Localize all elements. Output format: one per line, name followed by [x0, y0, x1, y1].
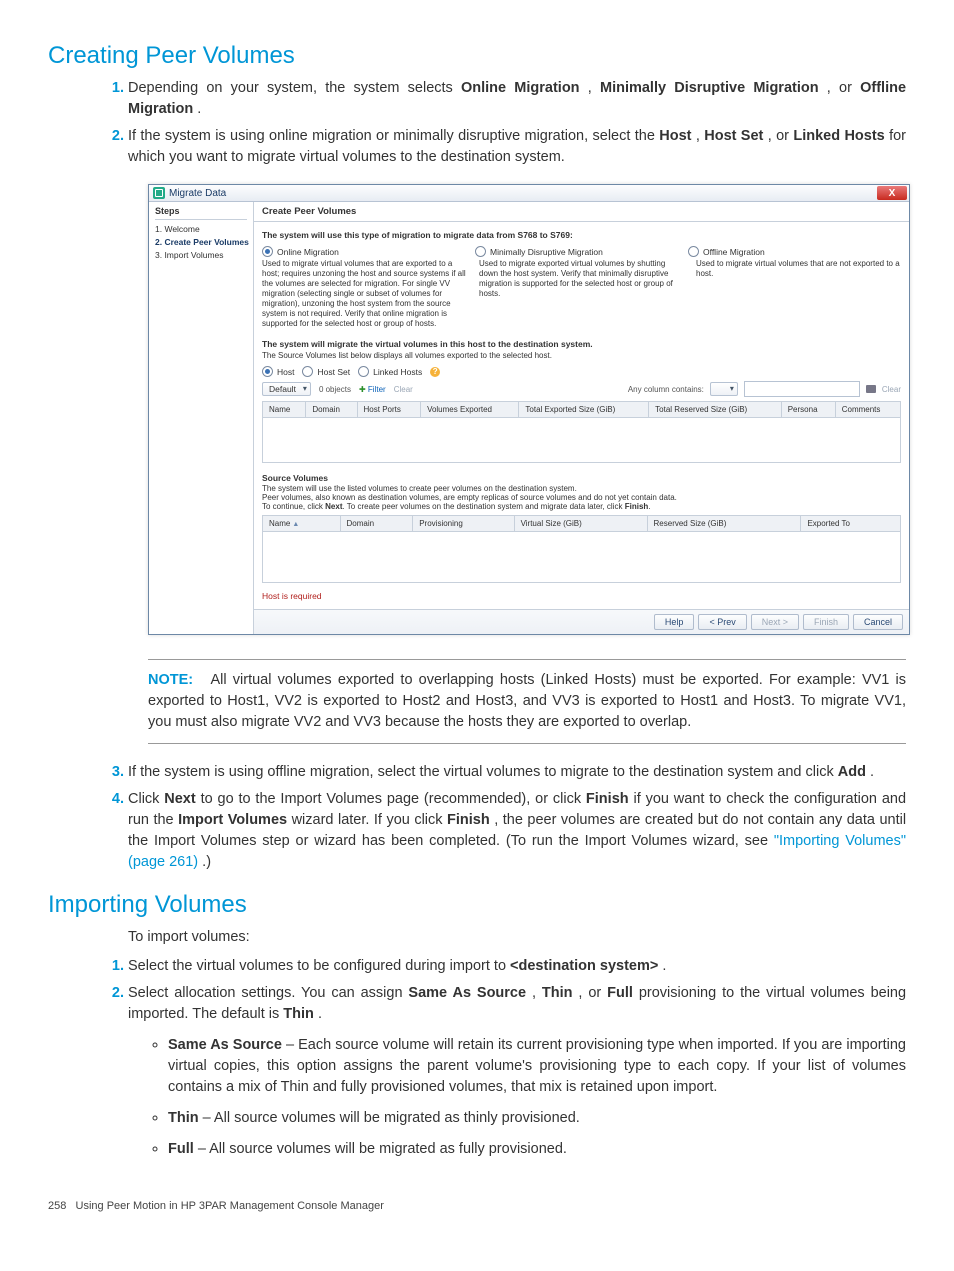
wizard-steps-panel: Steps 1. Welcome 2. Create Peer Volumes … [149, 202, 254, 634]
radio-icon [302, 366, 313, 377]
note-box: NOTE: All virtual volumes exported to ov… [148, 659, 906, 744]
radio-online-migration[interactable]: Online Migration [262, 246, 475, 257]
source-volumes-header: Source Volumes [262, 473, 901, 483]
source-volumes-table-body[interactable] [262, 532, 901, 583]
heading-creating-peer-volumes: Creating Peer Volumes [48, 42, 906, 70]
dialog-title: Migrate Data [169, 188, 226, 199]
clear-filter-2-link[interactable]: Clear [882, 385, 901, 394]
print-icon[interactable] [866, 385, 876, 393]
ordered-steps-1-cont: If the system is using offline migration… [128, 762, 906, 873]
filter-default-dropdown[interactable]: Default [262, 382, 311, 396]
col-name[interactable]: Name [263, 402, 306, 418]
filter-link[interactable]: ✚ Filter [359, 385, 386, 394]
ordered-steps-1: Depending on your system, the system sel… [128, 78, 906, 168]
wizard-step-welcome[interactable]: 1. Welcome [155, 224, 247, 234]
next-button[interactable]: Next > [751, 614, 799, 630]
col-total-reserved-size[interactable]: Total Reserved Size (GiB) [649, 402, 782, 418]
help-button[interactable]: Help [654, 614, 695, 630]
col-host-ports[interactable]: Host Ports [357, 402, 421, 418]
radio-offline-migration[interactable]: Offline Migration [688, 246, 901, 257]
step-3: If the system is using offline migration… [128, 762, 906, 783]
sort-asc-icon: ▲ [292, 521, 299, 528]
source-volumes-table[interactable]: Name▲ Domain Provisioning Virtual Size (… [262, 515, 901, 532]
step-1-bold-mdm: Minimally Disruptive Migration [600, 80, 819, 96]
desc-online: Used to migrate virtual volumes that are… [262, 259, 467, 329]
source-volumes-desc-1: The system will use the listed volumes t… [262, 484, 901, 493]
col-total-exported-size[interactable]: Total Exported Size (GiB) [519, 402, 649, 418]
finish-button[interactable]: Finish [803, 614, 849, 630]
col-provisioning[interactable]: Provisioning [413, 516, 514, 532]
desc-offline: Used to migrate virtual volumes that are… [696, 259, 901, 329]
radio-icon [262, 246, 273, 257]
radio-icon [262, 366, 273, 377]
help-icon[interactable]: ? [430, 367, 440, 377]
note-body: All virtual volumes exported to overlapp… [148, 672, 906, 730]
heading-importing-volumes: Importing Volumes [48, 891, 906, 919]
step-1-bold-online: Online Migration [461, 80, 580, 96]
prev-button[interactable]: < Prev [698, 614, 746, 630]
radio-host-set[interactable]: Host Set [302, 366, 350, 377]
option-thin: Thin – All source volumes will be migrat… [168, 1108, 906, 1129]
radio-host[interactable]: Host [262, 366, 294, 377]
migrate-data-dialog-screenshot: Migrate Data X Steps 1. Welcome 2. Creat… [148, 184, 906, 635]
host-type-radio-group: Host Host Set Linked Hosts ? [262, 366, 901, 377]
cancel-button[interactable]: Cancel [853, 614, 903, 630]
any-column-op-dropdown[interactable] [710, 382, 738, 396]
option-full: Full – All source volumes will be migrat… [168, 1139, 906, 1160]
step-1-text: Depending on your system, the system sel… [128, 80, 461, 96]
filter-text-input[interactable] [744, 381, 860, 397]
app-icon [153, 187, 165, 199]
validation-error: Host is required [262, 591, 901, 601]
page-number: 258 [48, 1200, 66, 1212]
step-4: Click Next to go to the Import Volumes p… [128, 789, 906, 873]
filter-icon: ✚ [359, 385, 366, 394]
desc-minimally-disruptive: Used to migrate exported virtual volumes… [479, 259, 684, 329]
page-footer: 258 Using Peer Motion in HP 3PAR Managem… [48, 1200, 906, 1212]
col-virtual-size[interactable]: Virtual Size (GiB) [514, 516, 647, 532]
migration-type-radio-group: Online Migration Minimally Disruptive Mi… [262, 246, 901, 257]
dialog-titlebar[interactable]: Migrate Data X [149, 185, 909, 202]
migration-type-label: The system will use this type of migrati… [262, 230, 901, 240]
import-step-1: Select the virtual volumes to be configu… [128, 956, 906, 977]
footer-text: Using Peer Motion in HP 3PAR Management … [76, 1200, 384, 1212]
col-exported-to[interactable]: Exported To [801, 516, 901, 532]
hosts-table[interactable]: Name Domain Host Ports Volumes Exported … [262, 401, 901, 418]
radio-icon [688, 246, 699, 257]
col-volumes-exported[interactable]: Volumes Exported [421, 402, 519, 418]
panel-title: Create Peer Volumes [254, 202, 909, 222]
step-1: Depending on your system, the system sel… [128, 78, 906, 120]
col-comments[interactable]: Comments [835, 402, 900, 418]
radio-minimally-disruptive-migration[interactable]: Minimally Disruptive Migration [475, 246, 688, 257]
col-name[interactable]: Name▲ [263, 516, 341, 532]
wizard-step-import-volumes[interactable]: 3. Import Volumes [155, 250, 247, 260]
source-volumes-desc-3: To continue, click Next. To create peer … [262, 502, 901, 511]
hosts-table-body[interactable] [262, 418, 901, 463]
wizard-steps-header: Steps [155, 206, 247, 220]
host-migrate-label-1: The system will migrate the virtual volu… [262, 339, 901, 349]
dialog-button-bar: Help < Prev Next > Finish Cancel [254, 609, 909, 634]
step-2: If the system is using online migration … [128, 126, 906, 168]
col-reserved-size[interactable]: Reserved Size (GiB) [647, 516, 801, 532]
wizard-step-create-peer-volumes[interactable]: 2. Create Peer Volumes [155, 237, 247, 247]
object-count: 0 objects [319, 385, 351, 394]
close-icon[interactable]: X [877, 186, 907, 200]
source-volumes-desc-2: Peer volumes, also known as destination … [262, 493, 901, 502]
importing-intro: To import volumes: [128, 927, 906, 948]
radio-linked-hosts[interactable]: Linked Hosts [358, 366, 422, 377]
radio-icon [358, 366, 369, 377]
ordered-steps-importing: Select the virtual volumes to be configu… [128, 956, 906, 1160]
col-domain[interactable]: Domain [340, 516, 413, 532]
import-step-2: Select allocation settings. You can assi… [128, 983, 906, 1160]
radio-icon [475, 246, 486, 257]
col-persona[interactable]: Persona [781, 402, 835, 418]
clear-filter-link[interactable]: Clear [394, 385, 413, 394]
option-same-as-source: Same As Source – Each source volume will… [168, 1035, 906, 1098]
any-column-contains-label: Any column contains: [628, 385, 704, 394]
host-migrate-label-2: The Source Volumes list below displays a… [262, 351, 901, 360]
col-domain[interactable]: Domain [306, 402, 357, 418]
provisioning-options-list: Same As Source – Each source volume will… [168, 1035, 906, 1160]
note-keyword: NOTE: [148, 672, 193, 688]
